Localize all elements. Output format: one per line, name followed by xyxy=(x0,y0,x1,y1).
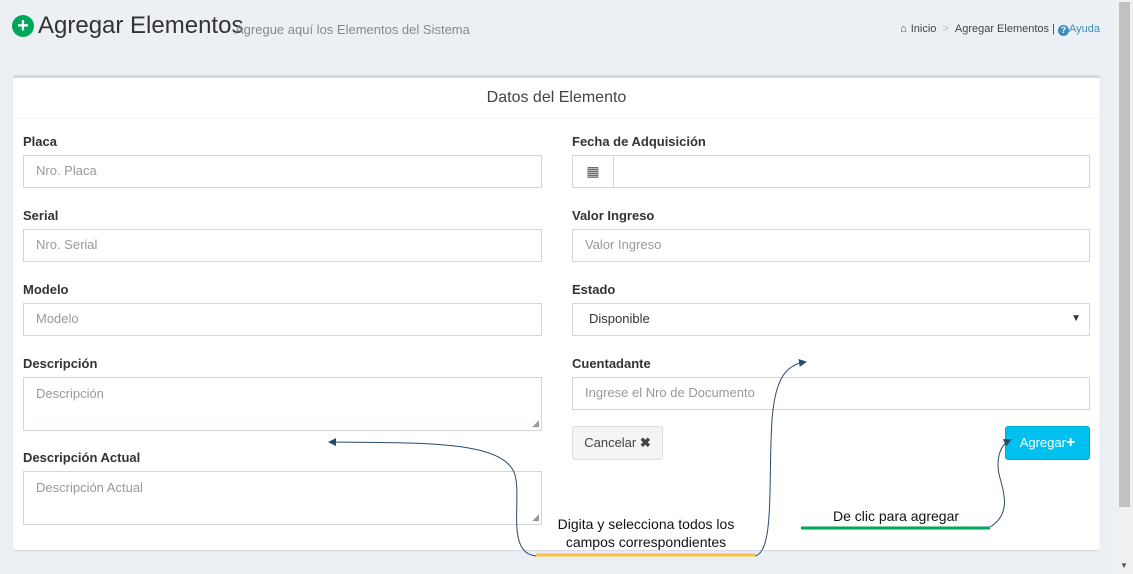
fields-annotation: Digita y selecciona todos los campos cor… xyxy=(557,516,735,550)
vertical-scrollbar[interactable]: ▼ xyxy=(1116,0,1133,574)
annotation-arrows xyxy=(328,358,1012,557)
scroll-down-arrow-icon[interactable]: ▼ xyxy=(1120,561,1128,570)
add-annotation: De clic para agregar xyxy=(832,508,960,524)
scrollbar-thumb[interactable] xyxy=(1119,2,1130,507)
